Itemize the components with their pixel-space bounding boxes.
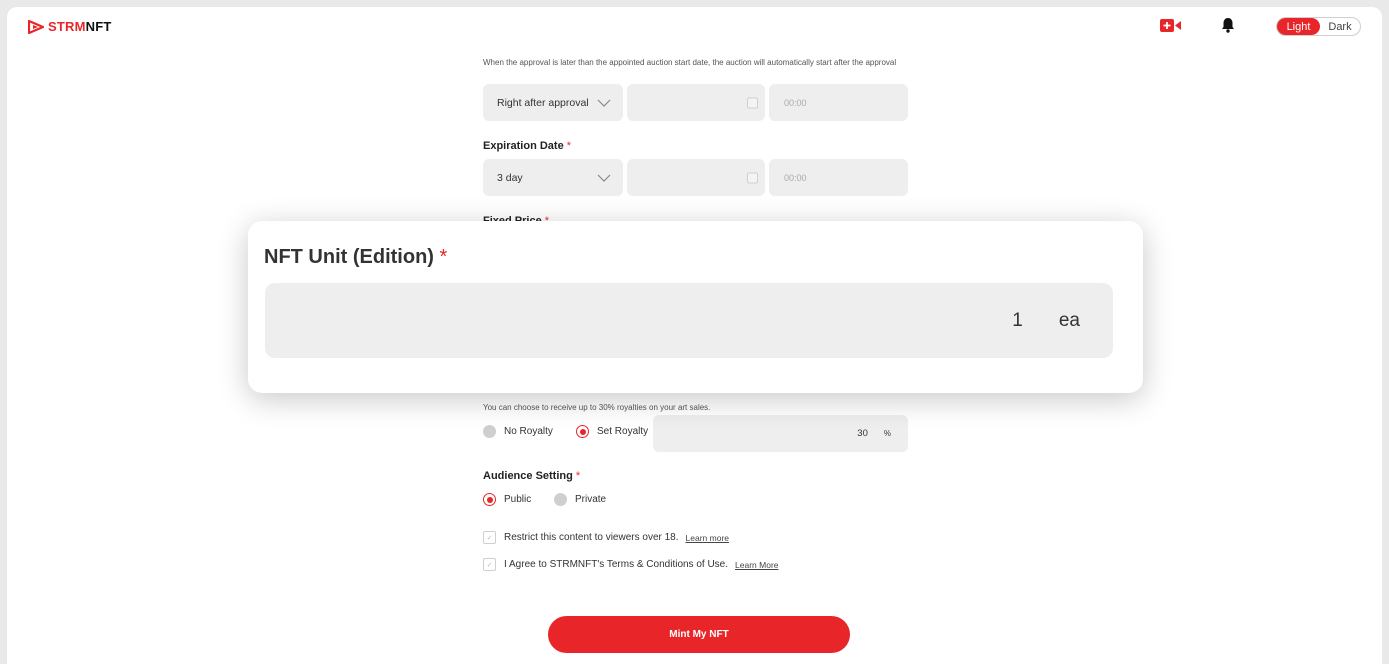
expiration-select[interactable]: 3 day [483,159,623,196]
expiration-value: 3 day [497,171,523,184]
royalty-value: 30 [857,428,868,439]
royalty-help: You can choose to receive up to 30% roya… [483,403,711,412]
start-time-placeholder: 00:00 [784,97,807,108]
start-date-input[interactable] [627,84,765,121]
nft-unit-label: NFT Unit (Edition) * [264,246,448,268]
logo-text: STRMNFT [48,19,112,34]
royalty-unit: % [883,429,891,438]
chevron-down-icon [597,99,611,107]
start-option-select[interactable]: Right after approval [483,84,623,121]
theme-toggle[interactable]: Light Dark [1276,17,1361,36]
live-video-icon[interactable] [1160,18,1182,33]
set-royalty-radio[interactable]: Set Royalty [576,425,648,438]
check-icon[interactable]: ✓ [483,558,496,571]
expiration-date-input[interactable] [627,159,765,196]
nft-unit-input[interactable]: 1 ea [265,283,1113,358]
private-radio[interactable]: Private [554,493,606,506]
nft-unit-value: 1 [1012,309,1023,331]
check-icon[interactable]: ✓ [483,531,496,544]
start-option-value: Right after approval [497,96,589,109]
calendar-icon[interactable] [747,172,758,183]
chevron-down-icon [597,174,611,182]
theme-dark-option[interactable]: Dark [1320,18,1360,35]
bell-icon[interactable] [1221,17,1235,33]
nft-unit-suffix: ea [1058,309,1080,331]
radio-on[interactable] [483,493,496,506]
calendar-icon[interactable] [747,97,758,108]
expiration-date-label: Expiration Date * [483,140,572,152]
radio-on[interactable] [576,425,589,438]
public-radio[interactable]: Public [483,493,531,506]
royalty-input[interactable]: 30 % [653,415,908,452]
age-restriction-checkbox[interactable]: ✓ Restrict this content to viewers over … [483,531,729,544]
expiration-time-input[interactable]: 00:00 [769,159,908,196]
nft-unit-zoom-card: NFT Unit (Edition) * 1 ea [248,221,1143,393]
logo-icon [28,19,44,34]
learn-more-link[interactable]: Learn more [686,533,729,543]
radio-off[interactable] [483,425,496,438]
start-date-help: When the approval is later than the appo… [483,58,897,67]
expiration-time-placeholder: 00:00 [784,172,807,183]
logo[interactable]: STRMNFT [28,19,112,34]
audience-setting-label: Audience Setting * [483,470,581,482]
learn-more-link[interactable]: Learn More [735,560,778,570]
mint-my-nft-button[interactable]: Mint My NFT [548,616,850,653]
start-time-input[interactable]: 00:00 [769,84,908,121]
radio-off[interactable] [554,493,567,506]
theme-light-option[interactable]: Light [1277,18,1320,35]
terms-agree-checkbox[interactable]: ✓ I Agree to STRMNFT's Terms & Condition… [483,558,779,571]
no-royalty-radio[interactable]: No Royalty [483,425,553,438]
